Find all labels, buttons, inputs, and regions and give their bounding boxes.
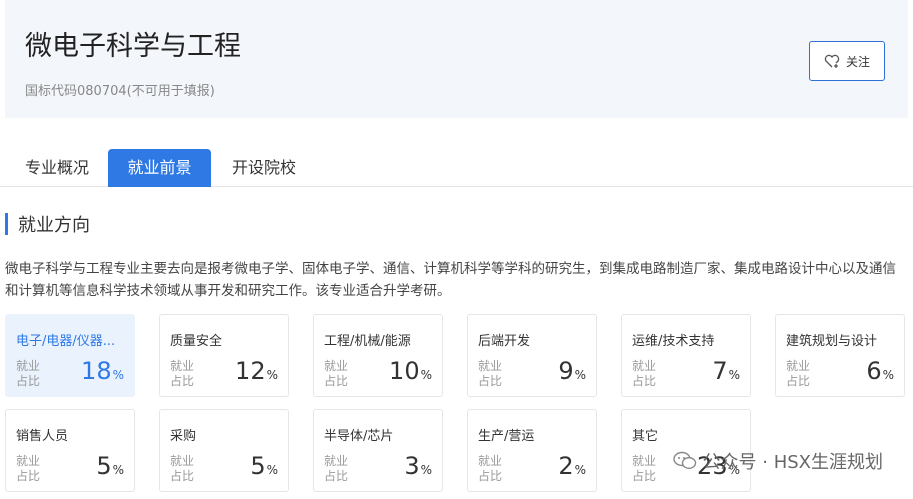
job-category-name: 质量安全 [170, 334, 223, 349]
percent-sign: % [420, 368, 432, 382]
tab-schools[interactable]: 开设院校 [215, 149, 313, 187]
employment-card[interactable]: 建筑规划与设计就业占比 6% [775, 314, 905, 397]
employment-share-value: 7% [712, 357, 740, 385]
employment-share-label: 就业占比 [16, 359, 41, 388]
job-category-name: 生产/营运 [478, 429, 535, 444]
employment-card[interactable]: 运维/技术支持就业占比 7% [621, 314, 751, 397]
percent-number: 2 [558, 452, 574, 480]
employment-share-value: 18% [81, 357, 124, 385]
percent-number: 18 [81, 357, 112, 385]
percent-sign: % [266, 368, 278, 382]
employment-share-label: 就业占比 [632, 359, 657, 388]
employment-share-label: 就业占比 [786, 359, 811, 388]
employment-share-value: 3% [404, 452, 432, 480]
section-header: 就业方向 [5, 212, 90, 236]
employment-share-label: 就业占比 [478, 359, 503, 388]
percent-number: 9 [558, 357, 574, 385]
job-category-name: 销售人员 [16, 429, 69, 444]
employment-card[interactable]: 后端开发就业占比 9% [467, 314, 597, 397]
employment-share-value: 9% [558, 357, 586, 385]
employment-card[interactable]: 电子/电器/仪器... 就业占比 18% [5, 314, 135, 397]
employment-card[interactable]: 半导体/芯片就业占比 3% [313, 409, 443, 492]
major-header: 微电子科学与工程 国标代码080704(不可用于填报) 关注 [5, 0, 908, 118]
tab-overview[interactable]: 专业概况 [10, 149, 104, 187]
employment-share-label: 就业占比 [324, 359, 349, 388]
percent-sign: % [728, 368, 740, 382]
employment-card[interactable]: 生产/营运就业占比 2% [467, 409, 597, 492]
employment-share-value: 10% [389, 357, 432, 385]
wechat-watermark: 公众号 · HSX生涯规划 [672, 447, 883, 475]
heart-plus-icon [824, 54, 840, 68]
percent-number: 5 [250, 452, 266, 480]
percent-number: 7 [712, 357, 728, 385]
employment-share-label: 就业占比 [16, 454, 41, 483]
follow-label: 关注 [845, 54, 870, 69]
percent-number: 12 [235, 357, 266, 385]
job-category-name: 半导体/芯片 [324, 429, 394, 444]
percent-number: 3 [404, 452, 420, 480]
employment-card[interactable]: 采购就业占比 5% [159, 409, 289, 492]
employment-share-value: 5% [96, 452, 124, 480]
job-category-name: 建筑规划与设计 [786, 334, 878, 349]
employment-card[interactable]: 质量安全就业占比 12% [159, 314, 289, 397]
watermark-text: 公众号 · HSX生涯规划 [702, 452, 883, 473]
job-category-name: 采购 [170, 429, 197, 444]
percent-sign: % [574, 368, 586, 382]
section-title: 就业方向 [18, 215, 90, 236]
job-category-name: 运维/技术支持 [632, 334, 715, 349]
section-accent-bar [5, 213, 8, 235]
employment-description: 微电子科学与工程专业主要去向是报考微电子学、固体电子学、通信、计算机科学等学科的… [5, 261, 896, 299]
percent-sign: % [112, 463, 124, 477]
employment-share-value: 5% [250, 452, 278, 480]
page-title: 微电子科学与工程 [25, 31, 241, 62]
employment-share-label: 就业占比 [170, 454, 195, 483]
percent-sign: % [574, 463, 586, 477]
percent-number: 6 [866, 357, 882, 385]
wechat-icon [672, 451, 697, 471]
employment-card[interactable]: 工程/机械/能源就业占比 10% [313, 314, 443, 397]
percent-sign: % [112, 368, 124, 382]
tab-bar: 专业概况 就业前景 开设院校 [0, 149, 913, 187]
employment-share-value: 12% [235, 357, 278, 385]
tab-employment[interactable]: 就业前景 [108, 149, 211, 187]
follow-button[interactable]: 关注 [809, 41, 885, 81]
percent-number: 5 [96, 452, 112, 480]
employment-share-value: 6% [866, 357, 894, 385]
employment-share-label: 就业占比 [632, 454, 657, 483]
employment-share-label: 就业占比 [324, 454, 349, 483]
national-code: 国标代码080704(不可用于填报) [25, 84, 215, 99]
job-category-name: 其它 [632, 429, 659, 444]
employment-share-label: 就业占比 [170, 359, 195, 388]
percent-sign: % [420, 463, 432, 477]
percent-sign: % [266, 463, 278, 477]
percent-sign: % [882, 368, 894, 382]
job-category-name: 工程/机械/能源 [324, 334, 411, 349]
employment-share-value: 2% [558, 452, 586, 480]
employment-share-label: 就业占比 [478, 454, 503, 483]
job-category-name: 电子/电器/仪器... [16, 334, 116, 349]
employment-card[interactable]: 销售人员就业占比 5% [5, 409, 135, 492]
job-category-name: 后端开发 [478, 334, 531, 349]
percent-number: 10 [389, 357, 420, 385]
